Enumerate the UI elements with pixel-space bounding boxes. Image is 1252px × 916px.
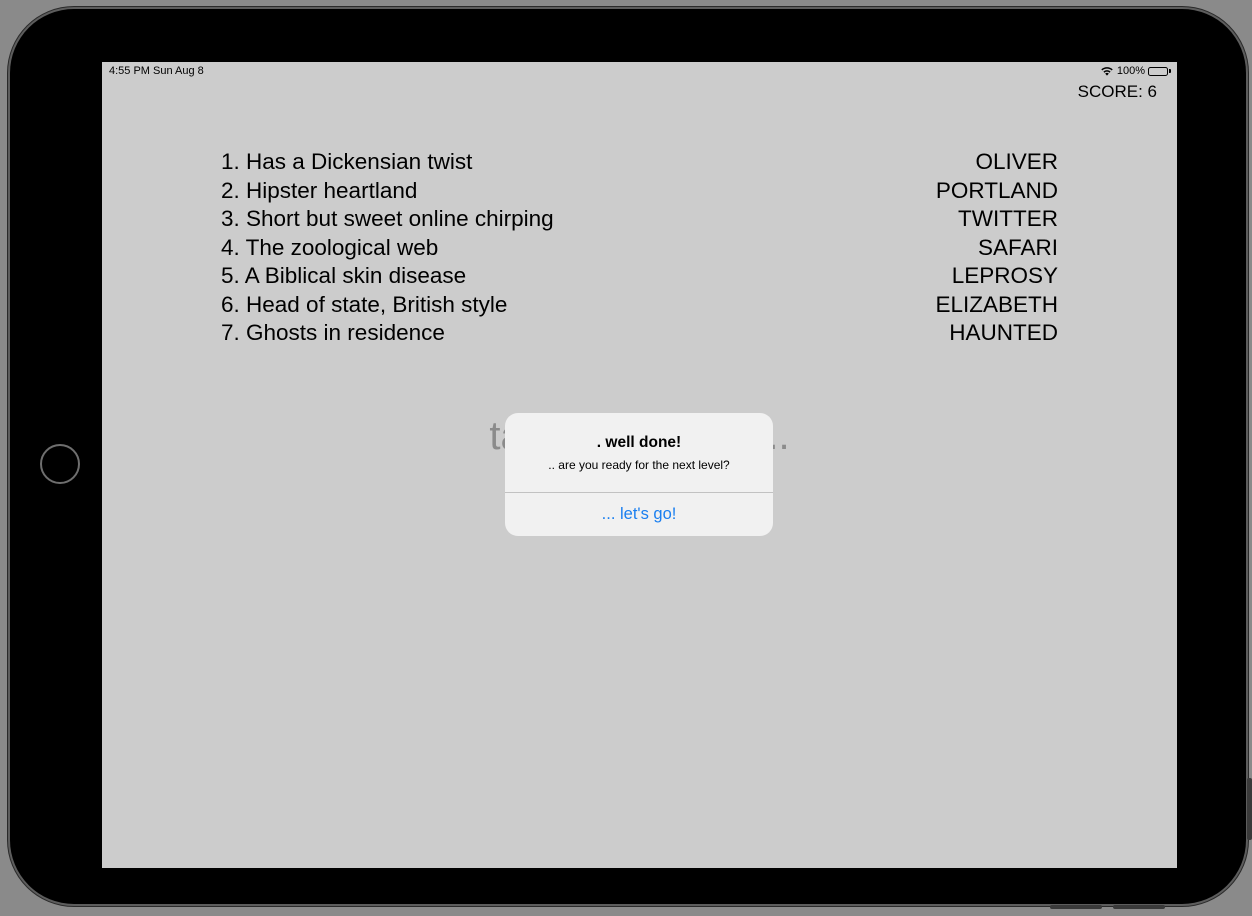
- top-button-right: [1113, 905, 1165, 909]
- clue-row: 4. The zoological web SAFARI: [221, 234, 1058, 263]
- answer-text: HAUNTED: [949, 320, 1058, 345]
- top-button-left: [1050, 905, 1102, 909]
- clue-text: 6. Head of state, British style: [221, 291, 508, 317]
- clue-row: 5. A Biblical skin disease LEPROSY: [221, 262, 1058, 291]
- clue-text: 2. Hipster heartland: [221, 177, 418, 203]
- alert-title: . well done!: [596, 434, 682, 451]
- wifi-icon: [1100, 66, 1114, 76]
- answer-text: TWITTER: [958, 206, 1058, 231]
- battery-percentage: 100%: [1116, 65, 1145, 77]
- clue-row: 1. Has a Dickensian twist OLIVER: [221, 148, 1058, 177]
- clue-text: 3. Short but sweet online chirping: [221, 206, 554, 231]
- home-button[interactable]: [40, 444, 80, 484]
- alert-message: .. are you ready for the next level?: [548, 458, 730, 472]
- battery-icon: [1148, 66, 1171, 76]
- ipad-frame: 4:55 PM Sun Aug 8 100% SCORE: 6 1. Has a…: [10, 9, 1246, 904]
- volume-button: [1247, 778, 1252, 840]
- clue-text: 1. Has a Dickensian twist: [221, 149, 473, 174]
- score-label: SCORE: 6: [1077, 82, 1157, 101]
- answer-text: LEPROSY: [951, 263, 1058, 288]
- status-indicators: 100%: [1100, 65, 1171, 77]
- clue-row: 6. Head of state, British style ELIZABETH: [221, 291, 1058, 320]
- clue-text: 7. Ghosts in residence: [221, 320, 445, 345]
- answer-text: SAFARI: [977, 234, 1058, 260]
- clue-list: 1. Has a Dickensian twist OLIVER 2. Hipste…: [221, 148, 1058, 348]
- clue-text: 5. A Biblical skin disease: [221, 263, 467, 288]
- clue-text: 4. The zoological web: [221, 234, 439, 260]
- level-complete-alert: . well done! .. are you ready for the ne…: [505, 413, 773, 536]
- clue-row: 7. Ghosts in residence HAUNTED: [221, 319, 1058, 348]
- clue-row: 3. Short but sweet online chirping TWITTE…: [221, 205, 1058, 234]
- lets-go-button[interactable]: ... let's go!: [505, 493, 773, 536]
- answer-text: PORTLAND: [935, 177, 1058, 203]
- app-screen: 4:55 PM Sun Aug 8 100% SCORE: 6 1. Has a…: [102, 62, 1177, 868]
- answer-text: ELIZABETH: [935, 291, 1058, 317]
- status-time: 4:55 PM Sun Aug 8: [109, 65, 204, 77]
- clue-row: 2. Hipster heartland PORTLAND: [221, 177, 1058, 206]
- answer-text: OLIVER: [975, 149, 1058, 174]
